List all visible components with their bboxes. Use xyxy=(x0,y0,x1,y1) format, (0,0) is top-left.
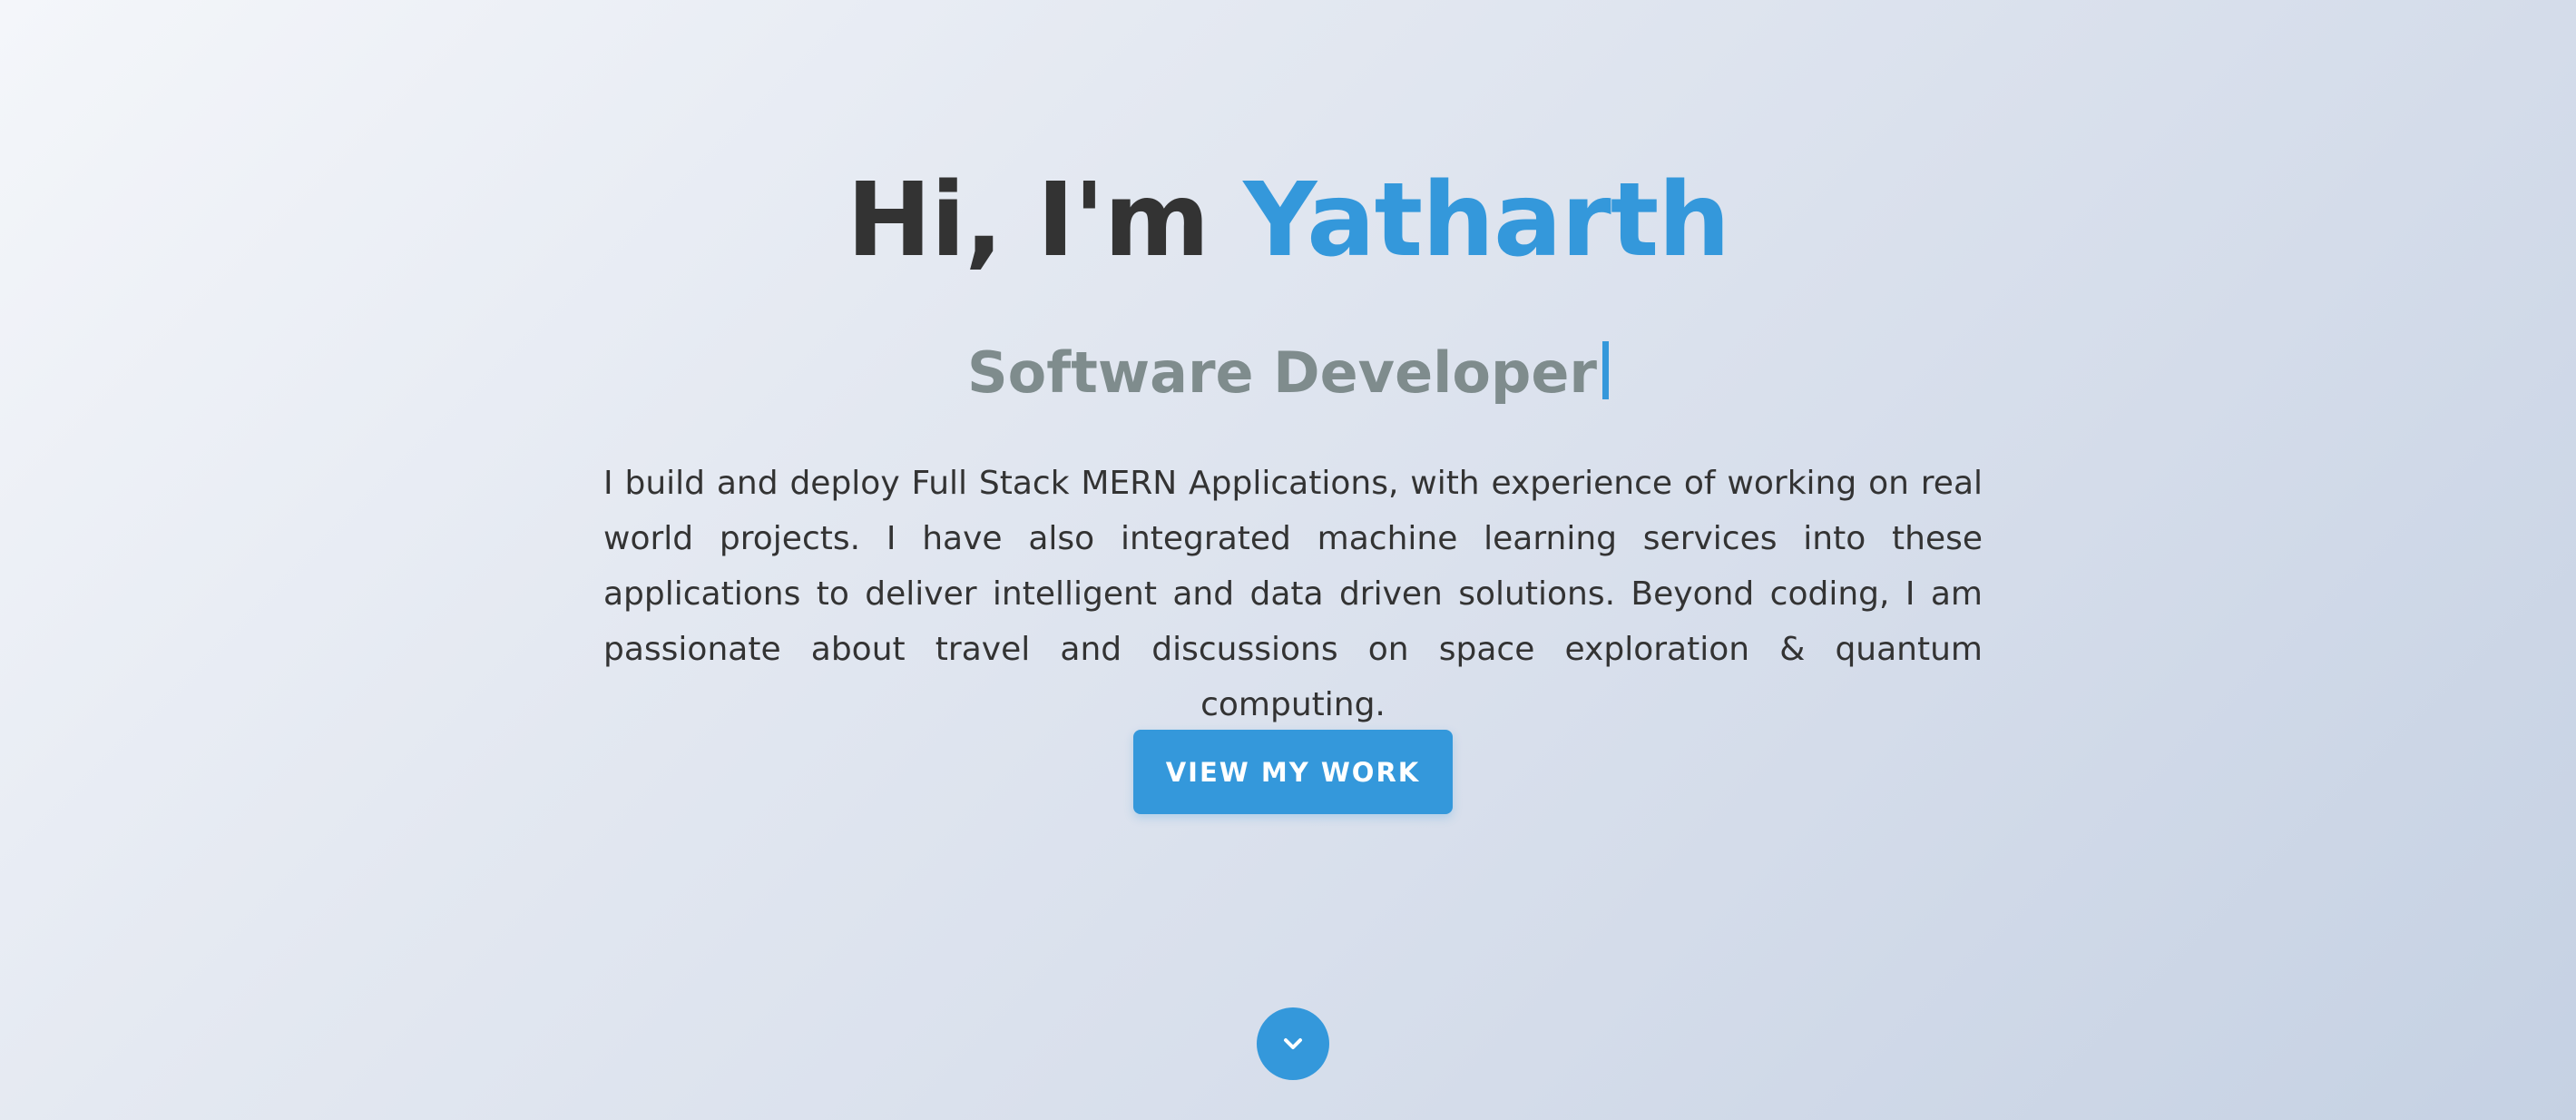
hero-section: Hi, I'm Yatharth Software Developer I bu… xyxy=(0,0,2576,1120)
scroll-down-button[interactable] xyxy=(1257,1007,1329,1080)
hero-description: I build and deploy Full Stack MERN Appli… xyxy=(603,465,1983,723)
hero-title: Hi, I'm Yatharth xyxy=(0,152,2576,289)
hero-greeting: Hi, I'm xyxy=(846,162,1210,280)
role-text: Software Developer xyxy=(966,339,1598,406)
typing-cursor xyxy=(1602,341,1610,399)
hero-name: Yatharth xyxy=(1243,162,1730,280)
hero-role: Software Developer xyxy=(0,332,2576,414)
view-my-work-button[interactable]: VIEW MY WORK xyxy=(1133,730,1453,814)
chevron-down-icon xyxy=(1278,1029,1308,1058)
